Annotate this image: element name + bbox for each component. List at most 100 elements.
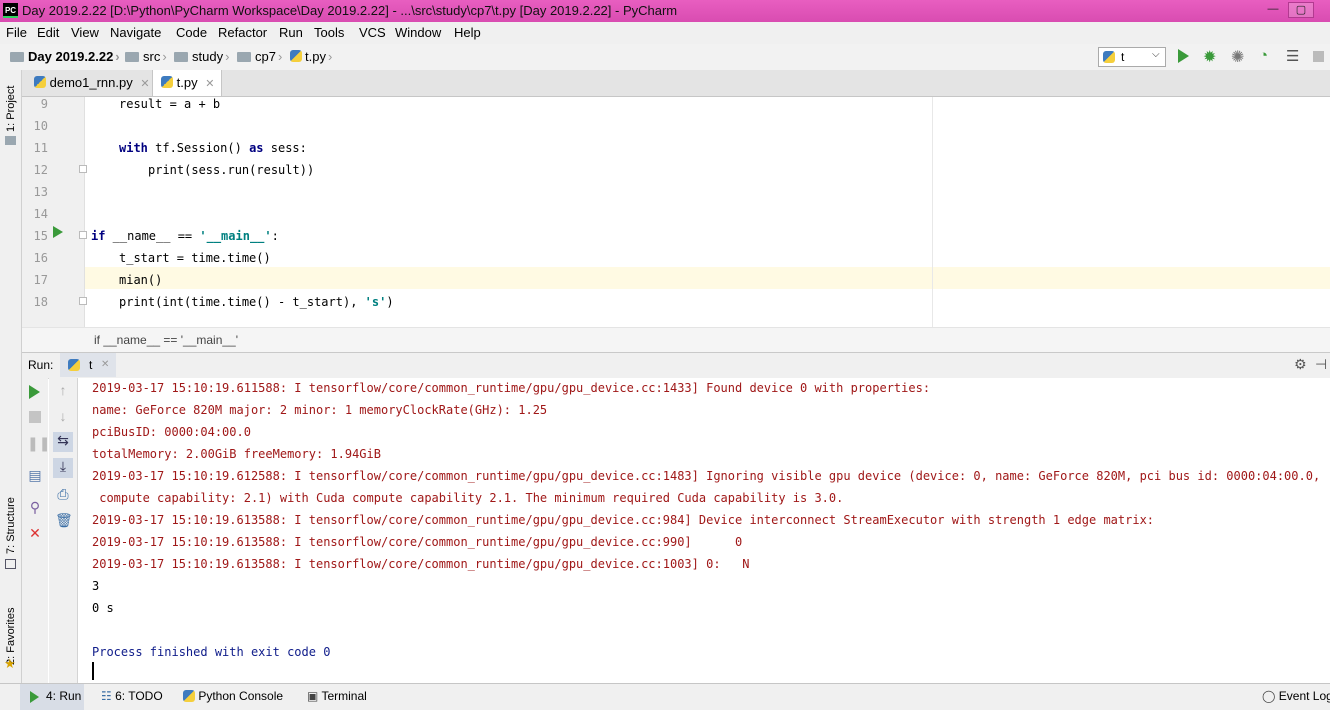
run-icon[interactable] <box>1178 49 1189 63</box>
code-line-9: result = a + b <box>119 97 221 111</box>
stop-icon[interactable] <box>29 411 41 423</box>
tab-t-py[interactable]: t.py ✕ <box>152 70 222 96</box>
breadcrumb-src[interactable]: src › <box>125 49 169 64</box>
code-line-18: print(int(time.time() - t_start), 's') <box>119 295 394 309</box>
fold-marker-icon[interactable] <box>79 165 87 173</box>
gear-icon[interactable]: ⚙ <box>1294 356 1307 373</box>
run-gutter-icon[interactable] <box>53 226 63 238</box>
run-panel-header: Run: t ✕ ⚙ ⊣ <box>22 352 1330 379</box>
speech-bubble-icon: ◯ <box>1262 689 1276 703</box>
line-number: 18 <box>33 295 48 309</box>
code-line-12: print(sess.run(result)) <box>148 163 315 177</box>
run-configuration-dropdown[interactable]: t ⌵ <box>1098 47 1166 67</box>
menu-navigate[interactable]: Navigate <box>110 25 161 40</box>
run-toolbar-secondary: ↑ ↓ ⇆ ⤓ ⎙ 🗑 <box>49 378 78 683</box>
maximize-button[interactable]: ▢ <box>1288 2 1314 18</box>
bottom-tab-python-console[interactable]: Python Console <box>183 689 283 703</box>
structure-icon <box>5 559 16 569</box>
folder-icon <box>125 52 139 62</box>
scroll-up-icon[interactable]: ↑ <box>55 382 71 398</box>
pause-icon[interactable]: ❚❚ <box>27 435 50 451</box>
scroll-down-icon[interactable]: ↓ <box>55 408 71 424</box>
print-icon[interactable]: ⎙ <box>55 486 71 502</box>
menu-run[interactable]: Run <box>279 25 303 40</box>
coverage-icon[interactable]: ✺ <box>1231 47 1244 67</box>
left-tool-strip: 1: Project 7: Structure 2: Favorites ★ <box>0 70 22 683</box>
run-console-output[interactable]: 2019-03-17 15:10:19.611588: I tensorflow… <box>78 378 1330 683</box>
stop-icon[interactable] <box>1313 51 1324 62</box>
trash-icon[interactable]: 🗑 <box>55 512 73 528</box>
menu-code[interactable]: Code <box>176 25 207 40</box>
close-icon[interactable]: ✕ <box>205 78 214 90</box>
menu-window[interactable]: Window <box>395 25 441 40</box>
terminal-icon: ▣ <box>307 689 319 703</box>
run-panel-label: Run: <box>28 358 54 372</box>
console-line: 0 s <box>92 601 114 615</box>
bottom-tab-event-log[interactable]: ◯ Event Log <box>1262 689 1330 703</box>
line-number: 17 <box>33 273 48 287</box>
bottom-tool-bar: 4: Run ☷ 6: TODO Python Console ▣ Termin… <box>0 683 1330 710</box>
project-tool-window-button[interactable]: 1: Project <box>5 86 17 132</box>
fold-marker-icon[interactable] <box>79 231 87 239</box>
run-tab[interactable]: t ✕ <box>60 353 116 377</box>
console-line: 2019-03-17 15:10:19.611588: I tensorflow… <box>92 381 931 395</box>
menu-vcs[interactable]: VCS <box>359 25 386 40</box>
console-line: totalMemory: 2.00GiB freeMemory: 1.94GiB <box>92 447 381 461</box>
run-toolbar-primary: ❚❚ ▤ ⚲ ✕ <box>22 378 50 683</box>
breadcrumb-cp7[interactable]: cp7 › <box>237 49 284 64</box>
line-number: 16 <box>33 251 48 265</box>
chevron-down-icon: ⌵ <box>1152 49 1160 60</box>
menu-tools[interactable]: Tools <box>314 25 344 40</box>
menu-refactor[interactable]: Refactor <box>218 25 267 40</box>
menu-bar: File Edit View Navigate Code Refactor Ru… <box>0 22 1330 44</box>
console-line: 3 <box>92 579 100 593</box>
concurrency-icon[interactable]: ☰ <box>1286 47 1299 65</box>
python-console-icon <box>183 690 195 702</box>
breadcrumb-file[interactable]: t.py › <box>290 49 334 64</box>
breadcrumb-study[interactable]: study › <box>174 49 231 64</box>
breadcrumb-project[interactable]: Day 2019.2.22 › <box>10 49 122 64</box>
tab-demo1-rnn[interactable]: demo1_rnn.py ✕ <box>22 70 150 96</box>
editor-gutter: 9 10 11 12 13 14 15 16 17 18 <box>22 97 87 327</box>
console-line: 2019-03-17 15:10:19.613588: I tensorflow… <box>92 513 1155 527</box>
structure-breadcrumb-bar: if __name__ == '__main__' <box>22 327 1330 352</box>
console-line: 2019-03-17 15:10:19.613588: I tensorflow… <box>92 557 750 571</box>
right-margin-guide <box>932 97 933 327</box>
title-bar: PC Day 2019.2.22 [D:\Python\PyCharm Work… <box>0 0 1330 22</box>
structure-breadcrumb[interactable]: if __name__ == '__main__' <box>94 333 238 347</box>
rerun-icon[interactable] <box>29 385 40 399</box>
menu-view[interactable]: View <box>71 25 99 40</box>
run-icon <box>30 691 39 703</box>
close-icon[interactable]: ✕ <box>101 359 109 370</box>
close-icon[interactable]: ✕ <box>140 78 149 90</box>
line-number: 10 <box>33 119 48 133</box>
structure-tool-window-button[interactable]: 7: Structure <box>5 497 17 554</box>
bottom-tab-run[interactable]: 4: Run <box>20 684 84 710</box>
code-line-11: with tf.Session() as sess: <box>119 141 307 155</box>
folder-icon <box>10 52 24 62</box>
scroll-to-end-icon[interactable]: ⤓ <box>53 458 73 478</box>
bottom-tab-todo[interactable]: ☷ 6: TODO <box>101 689 163 703</box>
line-number: 15 <box>33 229 48 243</box>
menu-help[interactable]: Help <box>454 25 481 40</box>
debug-icon[interactable]: ✹ <box>1203 47 1216 67</box>
close-icon[interactable]: ✕ <box>27 525 43 541</box>
code-editor[interactable]: 9 10 11 12 13 14 15 16 17 18 result = a … <box>22 97 1330 327</box>
soft-wrap-icon[interactable]: ⇆ <box>53 432 73 452</box>
console-line: name: GeForce 820M major: 2 minor: 1 mem… <box>92 403 548 417</box>
minimize-button[interactable]: — <box>1260 2 1286 18</box>
caret-line-highlight <box>84 267 1330 289</box>
editor-tab-bar: demo1_rnn.py ✕ t.py ✕ <box>22 70 1330 97</box>
python-file-icon <box>290 50 302 62</box>
hide-panel-icon[interactable]: ⊣ <box>1315 356 1327 373</box>
fold-marker-icon[interactable] <box>79 297 87 305</box>
pin-icon[interactable]: ⚲ <box>27 499 43 515</box>
menu-edit[interactable]: Edit <box>37 25 59 40</box>
folder-icon <box>237 52 251 62</box>
run-config-name: t <box>1121 50 1125 64</box>
profile-icon[interactable]: ◔ <box>1259 47 1268 64</box>
bottom-tab-terminal[interactable]: ▣ Terminal <box>307 689 367 703</box>
menu-file[interactable]: File <box>6 25 27 40</box>
line-number: 12 <box>33 163 48 177</box>
restore-layout-icon[interactable]: ▤ <box>27 467 43 483</box>
